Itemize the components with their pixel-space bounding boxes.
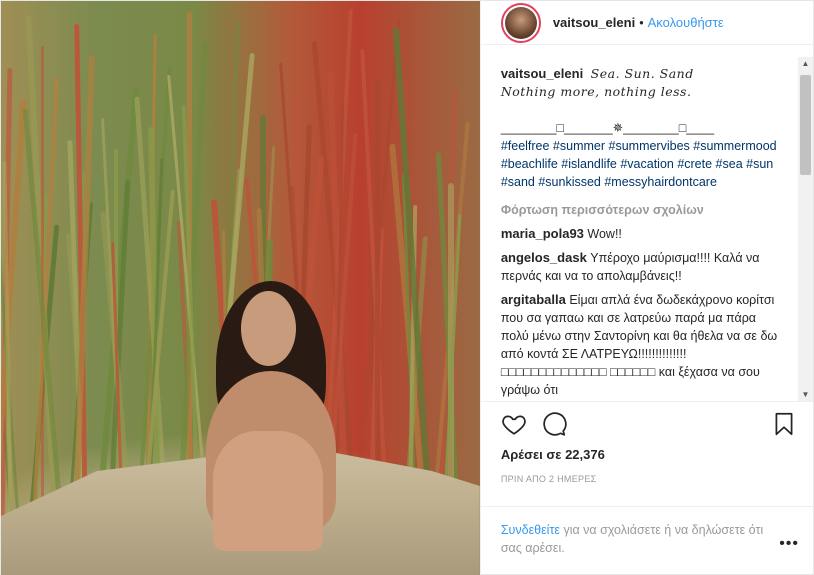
- caption-username[interactable]: vaitsou_eleni: [501, 66, 583, 81]
- caption-hashtags[interactable]: #feelfree #summer #summervibes #summermo…: [501, 137, 787, 191]
- comment-text: Wow!!: [587, 227, 622, 241]
- load-more-comments-button[interactable]: Φόρτωση περισσότερων σχολίων: [501, 203, 787, 217]
- avatar-image: [504, 6, 537, 39]
- post-sidebar: vaitsou_eleni • Ακολουθήστε vaitsou_elen…: [479, 1, 813, 575]
- caption-line-1: Sea. Sun. Sand: [590, 66, 694, 81]
- follow-button[interactable]: Ακολουθήστε: [648, 15, 724, 30]
- heart-icon[interactable]: [501, 411, 527, 437]
- avatar[interactable]: [500, 2, 541, 43]
- likes-count[interactable]: Αρέσει σε 22,376: [481, 445, 813, 464]
- comment-username[interactable]: angelos_dask: [501, 250, 587, 265]
- post-photo[interactable]: [1, 1, 480, 575]
- comments-scrollbar[interactable]: ▲ ▼: [798, 57, 813, 401]
- scroll-down-arrow-icon[interactable]: ▼: [801, 390, 810, 399]
- comments-area[interactable]: vaitsou_eleni Sea. Sun. Sand Nothing mor…: [481, 45, 813, 401]
- header-separator: •: [639, 15, 644, 30]
- caption-divider: ________□_______✵________□____: [500, 121, 715, 135]
- login-prompt: Συνδεθείτε για να σχολιάσετε ή να δηλώσε…: [480, 506, 813, 575]
- caption-line-2: Nothing more, nothing less.: [500, 84, 692, 99]
- comment-username[interactable]: argitaballa: [501, 292, 566, 307]
- comment-item: argitaballa Είμαι απλά ένα δωδεκάχρονο κ…: [501, 291, 787, 399]
- comment-username[interactable]: maria_pola93: [501, 226, 584, 241]
- caption: vaitsou_eleni Sea. Sun. Sand Nothing mor…: [501, 65, 787, 191]
- header-username[interactable]: vaitsou_eleni: [553, 15, 635, 30]
- comment-text: Είμαι απλά ένα δωδεκάχρονο κορίτσι που σ…: [500, 293, 778, 397]
- login-link[interactable]: Συνδεθείτε: [501, 523, 560, 537]
- instagram-post: vaitsou_eleni • Ακολουθήστε vaitsou_elen…: [0, 0, 814, 575]
- photo-figure-face: [241, 291, 296, 366]
- comment-icon[interactable]: [541, 411, 567, 437]
- post-header: vaitsou_eleni • Ακολουθήστε: [480, 1, 813, 45]
- photo-figure-legs: [213, 431, 323, 551]
- scrollbar-thumb[interactable]: [800, 75, 811, 175]
- post-timestamp[interactable]: ΠΡΙΝ ΑΠΟ 2 ΗΜΕΡΕΣ: [481, 464, 813, 484]
- bookmark-icon[interactable]: [771, 411, 797, 437]
- action-bar: [480, 401, 813, 445]
- scroll-up-arrow-icon[interactable]: ▲: [801, 59, 810, 68]
- comment-item: maria_pola93 Wow!!: [501, 225, 787, 243]
- comment-item: angelos_dask Υπέροχο μαύρισμα!!!! Καλά ν…: [501, 249, 787, 285]
- more-options-icon[interactable]: •••: [779, 535, 799, 553]
